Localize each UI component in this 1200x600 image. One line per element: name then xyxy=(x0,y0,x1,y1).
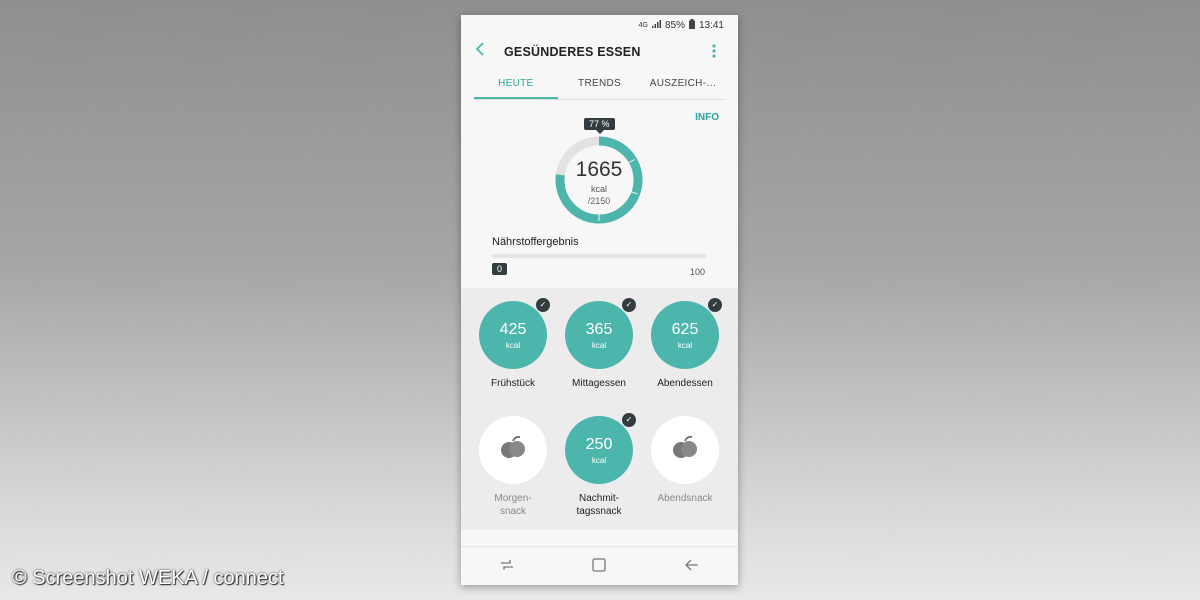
nutrient-score-label: Nährstoffergebnis xyxy=(492,236,579,248)
recent-apps-icon[interactable] xyxy=(500,558,514,574)
meal-kcal: 425 xyxy=(499,320,527,338)
tab-trends[interactable]: TRENDS xyxy=(558,69,642,99)
meal-kcal: 250 xyxy=(585,435,613,453)
meal-fruehstueck[interactable]: 425 kcal ✓ Frühstück xyxy=(470,298,556,390)
back-arrow-icon[interactable] xyxy=(475,41,491,61)
meal-mittagessen[interactable]: 365 kcal ✓ Mittagessen xyxy=(556,298,642,390)
clock: 13:41 xyxy=(698,19,724,31)
tab-bar: HEUTE TRENDS AUSZEICH-… xyxy=(474,69,725,100)
fruit-icon xyxy=(671,435,699,466)
status-bar: 4G 85% 13:41 xyxy=(461,15,738,35)
phone-screen: 4G 85% 13:41 GESÜNDERES ESSEN HEUTE TREN… xyxy=(461,15,738,585)
tab-heute[interactable]: HEUTE xyxy=(474,69,558,99)
check-icon: ✓ xyxy=(536,298,550,312)
goal-kcal: /2150 xyxy=(587,196,611,206)
network-indicator: 4G xyxy=(638,21,648,29)
check-icon: ✓ xyxy=(622,298,636,312)
meals-grid: 425 kcal ✓ Frühstück 365 kcal ✓ Mittages… xyxy=(461,288,738,530)
meal-unit: kcal xyxy=(505,340,521,350)
nutrient-score-value: 0 xyxy=(492,263,508,275)
check-icon: ✓ xyxy=(622,413,636,427)
meal-label: Abendsnack xyxy=(657,493,713,504)
battery-percent: 85% xyxy=(664,19,685,31)
fruit-icon xyxy=(499,435,527,466)
meal-label: Nachmit- tagssnack xyxy=(576,493,622,517)
meal-abendsnack[interactable]: Abendsnack xyxy=(642,416,728,505)
back-icon[interactable] xyxy=(684,558,699,574)
consumed-kcal: 1665 xyxy=(575,158,623,181)
meal-label: Frühstück xyxy=(491,378,535,389)
meal-label: Abendessen xyxy=(657,378,713,389)
signal-icon xyxy=(651,19,661,31)
tab-auszeichnungen[interactable]: AUSZEICH-… xyxy=(641,69,725,99)
meal-circle[interactable]: 365 kcal ✓ xyxy=(565,298,636,369)
meal-circle[interactable] xyxy=(479,416,547,484)
meal-unit: kcal xyxy=(591,455,607,465)
nutrient-score-bar xyxy=(492,254,707,258)
nutrient-score-max: 100 xyxy=(690,267,706,277)
page-title: GESÜNDERES ESSEN xyxy=(504,45,641,59)
meal-unit: kcal xyxy=(591,340,607,350)
meal-circle[interactable]: 250 kcal ✓ xyxy=(565,413,636,484)
meal-label: Morgen- snack xyxy=(494,493,532,517)
battery-icon xyxy=(688,18,695,32)
watermark: © Screenshot WEKA / connect xyxy=(12,567,284,589)
check-icon: ✓ xyxy=(708,298,722,312)
meal-kcal: 625 xyxy=(671,320,699,338)
more-options-icon[interactable] xyxy=(710,44,718,58)
percent-badge: 77 % xyxy=(584,118,615,134)
meal-kcal: 365 xyxy=(585,320,613,338)
app-header: GESÜNDERES ESSEN xyxy=(461,35,738,69)
meal-circle[interactable]: 425 kcal ✓ xyxy=(479,298,550,369)
consumed-unit: kcal xyxy=(590,184,607,194)
meal-morgensnack[interactable]: Morgen- snack xyxy=(470,416,556,518)
meal-abendessen[interactable]: 625 kcal ✓ Abendessen xyxy=(642,298,728,390)
home-icon[interactable] xyxy=(592,557,607,575)
meal-circle[interactable]: 625 kcal ✓ xyxy=(651,298,722,369)
meal-circle[interactable] xyxy=(651,416,719,484)
summary-card: INFO 77 % 1665 kcal /2150 Nährstoffergeb… xyxy=(461,100,738,288)
meal-nachmittagssnack[interactable]: 250 kcal ✓ Nachmit- tagssnack xyxy=(556,413,642,518)
meal-label: Mittagessen xyxy=(572,378,626,389)
system-nav-bar xyxy=(461,546,738,585)
meal-unit: kcal xyxy=(677,340,693,350)
info-link[interactable]: INFO xyxy=(695,112,719,123)
